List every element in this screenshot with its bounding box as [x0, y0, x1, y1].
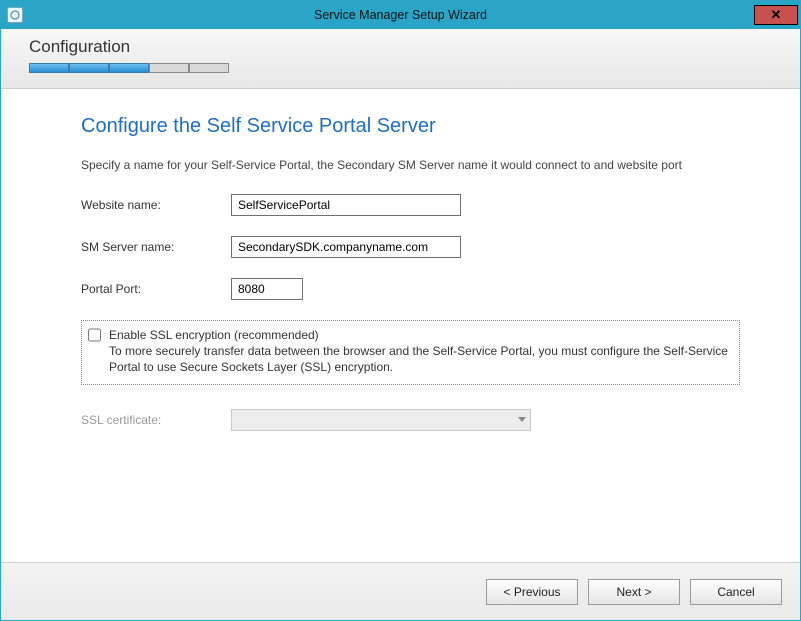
- app-icon: [7, 7, 23, 23]
- ssl-cert-dropdown: [231, 409, 531, 431]
- sm-server-label: SM Server name:: [81, 240, 231, 254]
- close-button[interactable]: ✕: [754, 5, 798, 25]
- website-name-label: Website name:: [81, 198, 231, 212]
- page-description: Specify a name for your Self-Service Por…: [81, 158, 740, 172]
- ssl-explain: To more securely transfer data between t…: [109, 344, 728, 374]
- ssl-cert-label: SSL certificate:: [81, 413, 231, 427]
- wizard-footer: < Previous Next > Cancel: [1, 562, 800, 620]
- website-name-row: Website name:: [81, 194, 740, 216]
- content-area: Configure the Self Service Portal Server…: [1, 89, 800, 562]
- ssl-cert-row: SSL certificate:: [81, 409, 740, 431]
- website-name-input[interactable]: [231, 194, 461, 216]
- portal-port-input[interactable]: [231, 278, 303, 300]
- previous-button[interactable]: < Previous: [486, 579, 578, 605]
- progress-seg-5: [189, 63, 229, 73]
- ssl-text: Enable SSL encryption (recommended) To m…: [109, 327, 729, 376]
- portal-port-row: Portal Port:: [81, 278, 740, 300]
- wizard-header: Configuration: [1, 29, 800, 89]
- window-title: Service Manager Setup Wizard: [1, 8, 800, 22]
- enable-ssl-checkbox[interactable]: [88, 328, 101, 342]
- page-title: Configure the Self Service Portal Server: [81, 115, 740, 138]
- progress-seg-2: [69, 63, 109, 73]
- chevron-down-icon: [518, 417, 526, 422]
- cancel-button[interactable]: Cancel: [690, 579, 782, 605]
- section-title: Configuration: [29, 37, 782, 57]
- progress-seg-3: [109, 63, 149, 73]
- wizard-window: Service Manager Setup Wizard ✕ Configura…: [0, 0, 801, 621]
- progress-bar: [29, 63, 229, 75]
- portal-port-label: Portal Port:: [81, 282, 231, 296]
- next-button[interactable]: Next >: [588, 579, 680, 605]
- sm-server-row: SM Server name:: [81, 236, 740, 258]
- ssl-block: Enable SSL encryption (recommended) To m…: [81, 320, 740, 385]
- ssl-checkbox-label: Enable SSL encryption (recommended): [109, 327, 729, 343]
- window-controls: ✕: [754, 5, 800, 25]
- sm-server-input[interactable]: [231, 236, 461, 258]
- progress-seg-1: [29, 63, 69, 73]
- progress-seg-4: [149, 63, 189, 73]
- titlebar: Service Manager Setup Wizard ✕: [1, 1, 800, 29]
